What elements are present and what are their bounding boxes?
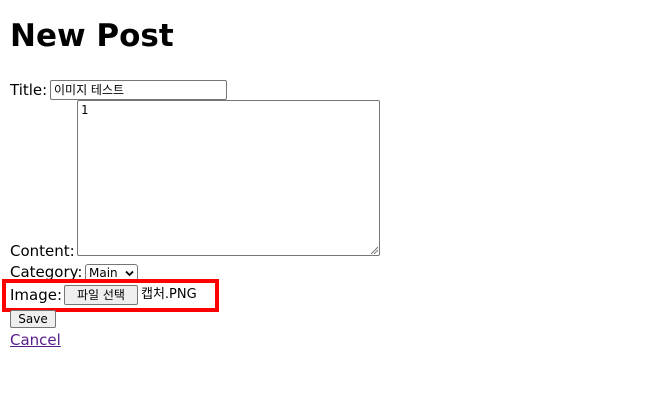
title-input[interactable]: 이미지 테스트 <box>50 80 227 100</box>
highlight-box <box>2 279 219 312</box>
title-label: Title: <box>10 81 48 99</box>
content-textarea[interactable]: 1 <box>77 100 380 256</box>
save-button[interactable]: Save <box>10 310 56 328</box>
category-selected-value: Main <box>89 266 118 280</box>
resize-grip-icon[interactable] <box>370 246 378 254</box>
page-title: New Post <box>10 18 174 54</box>
content-label: Content: <box>10 242 75 260</box>
cancel-link[interactable]: Cancel <box>10 331 61 349</box>
new-post-page: New Post Title: 이미지 테스트 Content: 1 Categ… <box>0 0 652 405</box>
content-text: 1 <box>81 103 89 117</box>
